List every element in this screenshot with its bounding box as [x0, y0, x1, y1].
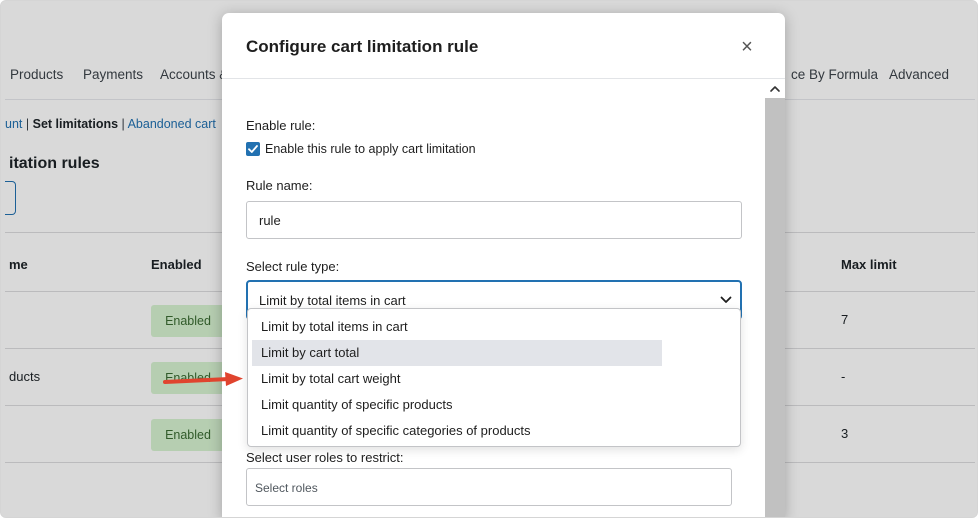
- dropdown-option-total-items[interactable]: Limit by total items in cart: [252, 314, 662, 340]
- scrollbar-thumb[interactable]: [765, 98, 785, 517]
- rule-name-input[interactable]: rule: [246, 201, 742, 239]
- rule-type-dropdown: Limit by total items in cart Limit by ca…: [247, 308, 741, 447]
- rule-type-label: Select rule type:: [246, 259, 340, 274]
- chevron-down-icon: [720, 296, 732, 303]
- user-roles-label: Select user roles to restrict:: [246, 450, 404, 465]
- screenshot-frame: Products Payments Accounts & ce By Formu…: [0, 0, 978, 518]
- rule-name-value: rule: [259, 213, 281, 228]
- dropdown-option-cart-total[interactable]: Limit by cart total: [252, 340, 662, 366]
- enable-rule-checkbox-label[interactable]: Enable this rule to apply cart limitatio…: [265, 142, 476, 156]
- chevron-up-icon: [770, 86, 780, 92]
- modal-header: Configure cart limitation rule ×: [222, 13, 785, 79]
- enable-rule-checkbox[interactable]: [246, 142, 260, 156]
- user-roles-select[interactable]: Select roles: [246, 468, 732, 506]
- dropdown-option-specific-categories[interactable]: Limit quantity of specific categories of…: [252, 418, 662, 444]
- user-roles-placeholder: Select roles: [255, 481, 318, 495]
- modal-body: Enable rule: Enable this rule to apply c…: [222, 80, 785, 517]
- configure-rule-modal: Configure cart limitation rule × Enable …: [222, 13, 785, 517]
- scroll-up-button[interactable]: [765, 80, 785, 98]
- close-icon[interactable]: ×: [735, 35, 759, 59]
- modal-title: Configure cart limitation rule: [246, 37, 479, 56]
- annotation-arrow-icon: [163, 372, 243, 386]
- modal-scrollbar[interactable]: [765, 80, 785, 517]
- rule-type-selected-value: Limit by total items in cart: [259, 293, 406, 308]
- enable-rule-label: Enable rule:: [246, 118, 316, 133]
- checkmark-icon: [248, 145, 258, 153]
- dropdown-option-specific-products[interactable]: Limit quantity of specific products: [252, 392, 662, 418]
- dropdown-option-cart-weight[interactable]: Limit by total cart weight: [252, 366, 662, 392]
- rule-name-label: Rule name:: [246, 178, 313, 193]
